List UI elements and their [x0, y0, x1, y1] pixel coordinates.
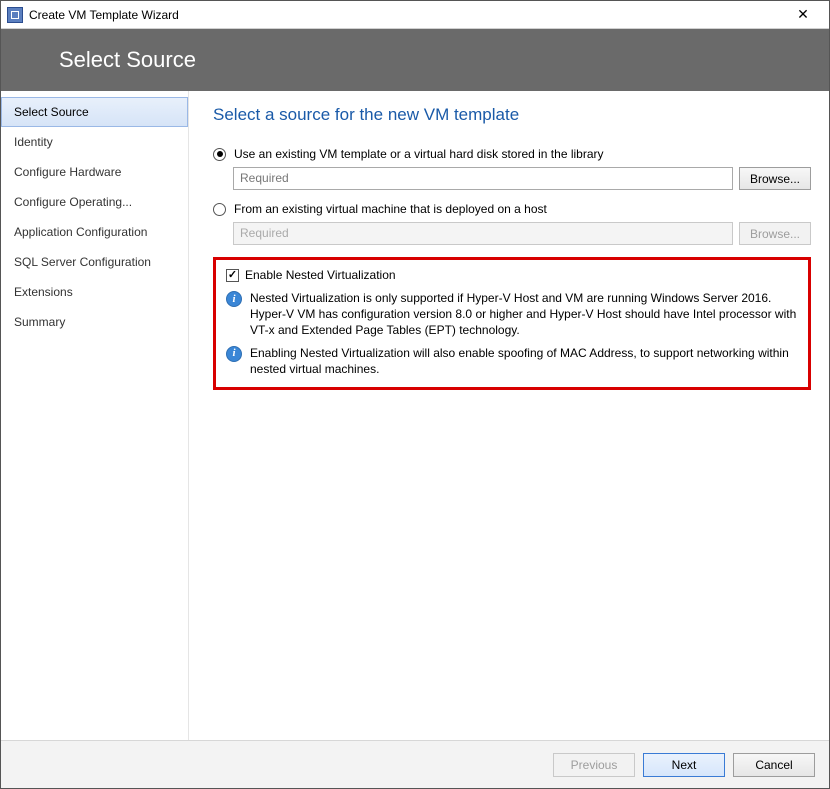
sidebar-item-application-configuration[interactable]: Application Configuration — [1, 217, 188, 247]
wizard-sidebar: Select Source Identity Configure Hardwar… — [1, 91, 189, 740]
wizard-header: Select Source — [1, 29, 829, 91]
nested-info-1: i Nested Virtualization is only supporte… — [226, 290, 798, 339]
option-existing-template-label: Use an existing VM template or a virtual… — [234, 147, 604, 161]
radio-existing-vm[interactable] — [213, 203, 226, 216]
nested-virtualization-checkbox[interactable] — [226, 269, 239, 282]
app-icon — [7, 7, 23, 23]
browse-existing-template-button[interactable]: Browse... — [739, 167, 811, 190]
sidebar-item-summary[interactable]: Summary — [1, 307, 188, 337]
sidebar-item-sql-server-configuration[interactable]: SQL Server Configuration — [1, 247, 188, 277]
next-button[interactable]: Next — [643, 753, 725, 777]
browse-existing-vm-button: Browse... — [739, 222, 811, 245]
cancel-button[interactable]: Cancel — [733, 753, 815, 777]
sidebar-item-configure-hardware[interactable]: Configure Hardware — [1, 157, 188, 187]
previous-button: Previous — [553, 753, 635, 777]
existing-vm-path-input: Required — [233, 222, 733, 245]
existing-template-path-input[interactable]: Required — [233, 167, 733, 190]
sidebar-item-identity[interactable]: Identity — [1, 127, 188, 157]
close-button[interactable]: ✕ — [783, 4, 823, 26]
nested-info-2: i Enabling Nested Virtualization will al… — [226, 345, 798, 377]
info-icon: i — [226, 291, 242, 307]
option-existing-template[interactable]: Use an existing VM template or a virtual… — [213, 147, 811, 161]
nested-virtualization-checkbox-row[interactable]: Enable Nested Virtualization — [226, 268, 798, 282]
radio-existing-template[interactable] — [213, 148, 226, 161]
nested-info-2-text: Enabling Nested Virtualization will also… — [250, 345, 798, 377]
nested-virtualization-label: Enable Nested Virtualization — [245, 268, 396, 282]
sidebar-item-extensions[interactable]: Extensions — [1, 277, 188, 307]
titlebar: Create VM Template Wizard ✕ — [1, 1, 829, 29]
nested-info-1-text: Nested Virtualization is only supported … — [250, 290, 798, 339]
nested-virtualization-section: Enable Nested Virtualization i Nested Vi… — [213, 257, 811, 390]
wizard-header-title: Select Source — [59, 47, 196, 73]
wizard-content: Select a source for the new VM template … — [189, 91, 829, 740]
info-icon: i — [226, 346, 242, 362]
wizard-footer: Previous Next Cancel — [1, 740, 829, 788]
sidebar-item-select-source[interactable]: Select Source — [1, 97, 188, 127]
option-existing-vm[interactable]: From an existing virtual machine that is… — [213, 202, 811, 216]
sidebar-item-configure-operating[interactable]: Configure Operating... — [1, 187, 188, 217]
option-existing-vm-label: From an existing virtual machine that is… — [234, 202, 547, 216]
page-title: Select a source for the new VM template — [213, 105, 811, 125]
window-title: Create VM Template Wizard — [29, 8, 783, 22]
